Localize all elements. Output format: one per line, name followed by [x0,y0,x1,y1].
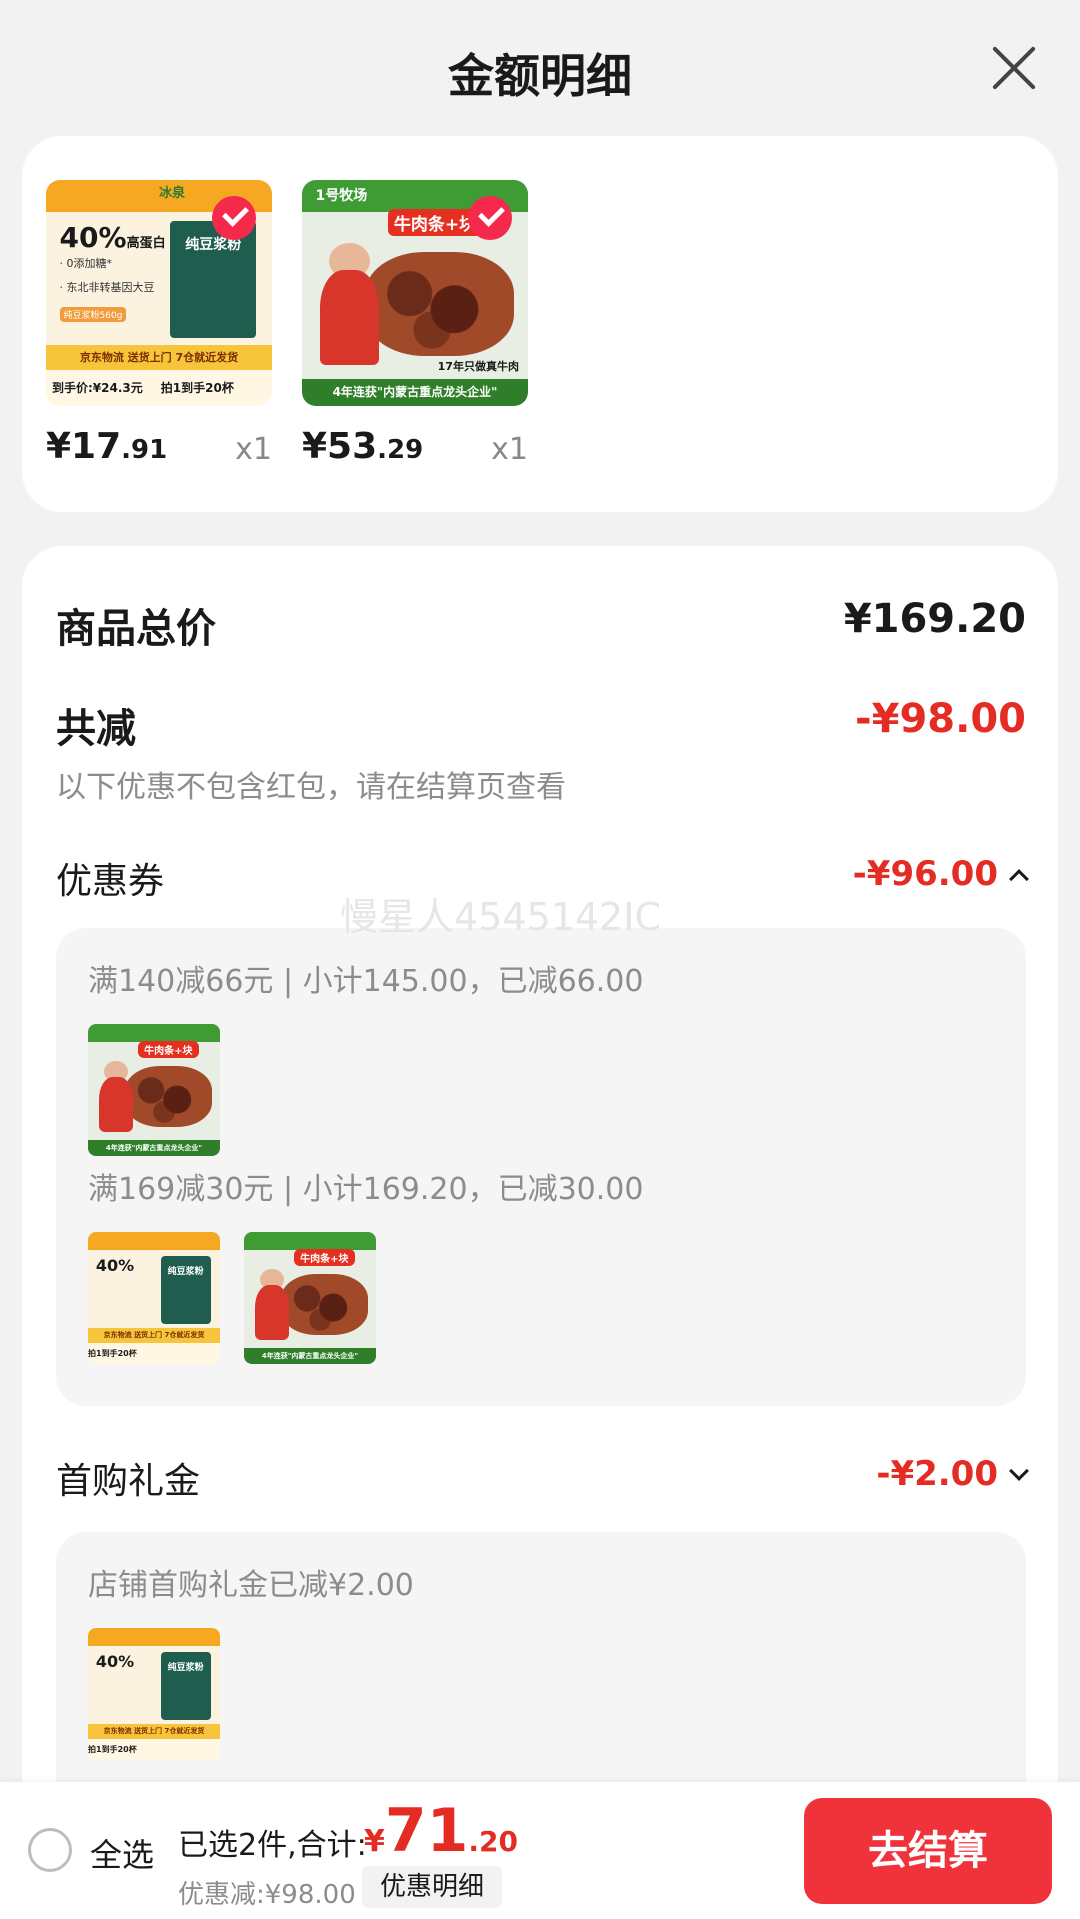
image-band: 京东物流 送货上门 7仓就近发货 [88,1724,220,1739]
product-price: ¥53.29 [302,426,424,467]
image-pill: 纯豆浆粉560g [59,306,127,322]
person-shape [320,270,379,366]
product-price-row: ¥17.91 x1 [46,422,272,482]
selected-check-icon[interactable] [468,196,512,240]
product-price: ¥17.91 [46,426,168,467]
beef-image-shape [365,252,515,357]
beef-image-shape [124,1066,213,1127]
image-top-band [88,1024,220,1043]
image-headline: 40%高蛋白 [59,220,166,254]
first-purchase-gift-toggle[interactable]: -¥2.00 [876,1454,1029,1494]
image-band: 4年连获"内蒙古重点龙头企业" [302,378,528,406]
total-amount: ¥71.20 [364,1796,518,1866]
coupon-product-image-beef: 牛肉条+块 4年连获"内蒙古重点龙头企业" [244,1232,376,1364]
select-all-label[interactable]: 全选 [90,1830,154,1876]
discount-amount: 优惠减:¥98.00 [178,1880,356,1910]
image-band: 京东物流 送货上门 7仓就近发货 [46,344,272,370]
product-item[interactable]: 1号牧场 牛肉条+块 17年只做真牛肉 4年连获"内蒙古重点龙头企业" ¥53.… [302,180,528,482]
select-all-radio[interactable] [28,1828,72,1872]
chevron-down-icon [1009,1460,1029,1481]
total-reduce-value: -¥98.00 [855,696,1026,742]
image-package-label: 纯豆浆粉 [167,1266,204,1277]
checkout-bar: 全选 已选2件,合计: ¥71.20 优惠减:¥98.00 优惠明细 去结算 [0,1782,1080,1919]
chevron-up-icon [1009,868,1029,889]
image-brand: 冰泉 [159,186,186,202]
first-purchase-gift-label: 首购礼金 [56,1461,201,1502]
image-package-label: 纯豆浆粉 [167,1662,204,1673]
checkout-button[interactable]: 去结算 [804,1798,1052,1904]
total-price-label: 商品总价 [56,606,216,652]
product-quantity: x1 [491,432,528,467]
coupon-toggle[interactable]: -¥96.00 [852,854,1029,894]
image-top-band [88,1232,220,1251]
beef-image-shape [280,1274,369,1335]
selected-check-icon[interactable] [212,196,256,240]
product-price-row: ¥53.29 x1 [302,422,528,482]
person-shape [254,1284,289,1341]
person-shape [98,1076,133,1133]
page-title: 金额明细 [448,49,632,103]
amount-detail-sheet: 金额明细 冰泉 40%高蛋白 · 0添加糖* · 东北非转基因大豆 纯豆浆粉 纯… [0,0,1080,1919]
coupon-rule-2: 满169减30元 | 小计169.20，已减30.00 [88,1172,644,1207]
image-top-band [244,1232,376,1251]
product-image-soy-milk-powder[interactable]: 冰泉 40%高蛋白 · 0添加糖* · 东北非转基因大豆 纯豆浆粉 纯豆浆粉56… [46,180,272,406]
coupon-label: 优惠券 [56,861,165,902]
image-foot: 到手价:¥24.3元 拍1到手20杯 [46,369,272,406]
close-icon[interactable] [990,44,1038,92]
selected-products-card: 冰泉 40%高蛋白 · 0添加糖* · 东北非转基因大豆 纯豆浆粉 纯豆浆粉56… [22,136,1058,512]
image-brand: 1号牧场 [315,187,368,204]
image-headline: 40% [95,1651,135,1671]
discount-details-button[interactable]: 优惠明细 [362,1866,502,1908]
total-price-value: ¥169.20 [843,596,1026,642]
image-line-1: · 0添加糖* [59,256,113,270]
product-quantity: x1 [235,432,272,467]
sheet-header: 金额明细 [0,0,1080,136]
price-details-card: 商品总价 ¥169.20 共减 -¥98.00 以下优惠不包含红包，请在结算页查… [22,546,1058,1919]
image-top-band [88,1628,220,1647]
image-band: 4年连获"内蒙古重点龙头企业" [244,1348,376,1364]
image-band: 4年连获"内蒙古重点龙头企业" [88,1140,220,1156]
gift-product-image-soy: 40% 纯豆浆粉 京东物流 送货上门 7仓就近发货 拍1到手20杯 [88,1628,220,1760]
product-image-beef-jerky[interactable]: 1号牧场 牛肉条+块 17年只做真牛肉 4年连获"内蒙古重点龙头企业" [302,180,528,406]
coupon-product-image-beef: 牛肉条+块 4年连获"内蒙古重点龙头企业" [88,1024,220,1156]
image-foot: 拍1到手20杯 [88,1342,220,1364]
product-item[interactable]: 冰泉 40%高蛋白 · 0添加糖* · 东北非转基因大豆 纯豆浆粉 纯豆浆粉56… [46,180,272,482]
image-tag: 牛肉条+块 [294,1249,355,1267]
image-tag: 牛肉条+块 [138,1041,199,1059]
total-reduce-label: 共减 [56,706,136,752]
image-foot: 拍1到手20杯 [88,1738,220,1760]
coupon-detail-panel: 满140减66元 | 小计145.00，已减66.00 牛肉条+块 4年连获"内… [56,928,1026,1406]
first-purchase-gift-value: -¥2.00 [876,1454,998,1494]
gift-note: 店铺首购礼金已减¥2.00 [88,1568,414,1603]
image-note: 17年只做真牛肉 [437,360,519,374]
coupon-product-image-soy: 40% 纯豆浆粉 京东物流 送货上门 7仓就近发货 拍1到手20杯 [88,1232,220,1364]
reduce-note: 以下优惠不包含红包，请在结算页查看 [56,770,566,805]
coupon-rule-1: 满140减66元 | 小计145.00，已减66.00 [88,964,644,999]
watermark: 慢星人4545142IC [340,895,661,939]
image-headline: 40% [95,1255,135,1275]
coupon-value: -¥96.00 [852,854,998,894]
image-band: 京东物流 送货上门 7仓就近发货 [88,1328,220,1343]
image-line-2: · 东北非转基因大豆 [59,281,155,295]
selected-summary: 已选2件,合计: [178,1828,367,1863]
